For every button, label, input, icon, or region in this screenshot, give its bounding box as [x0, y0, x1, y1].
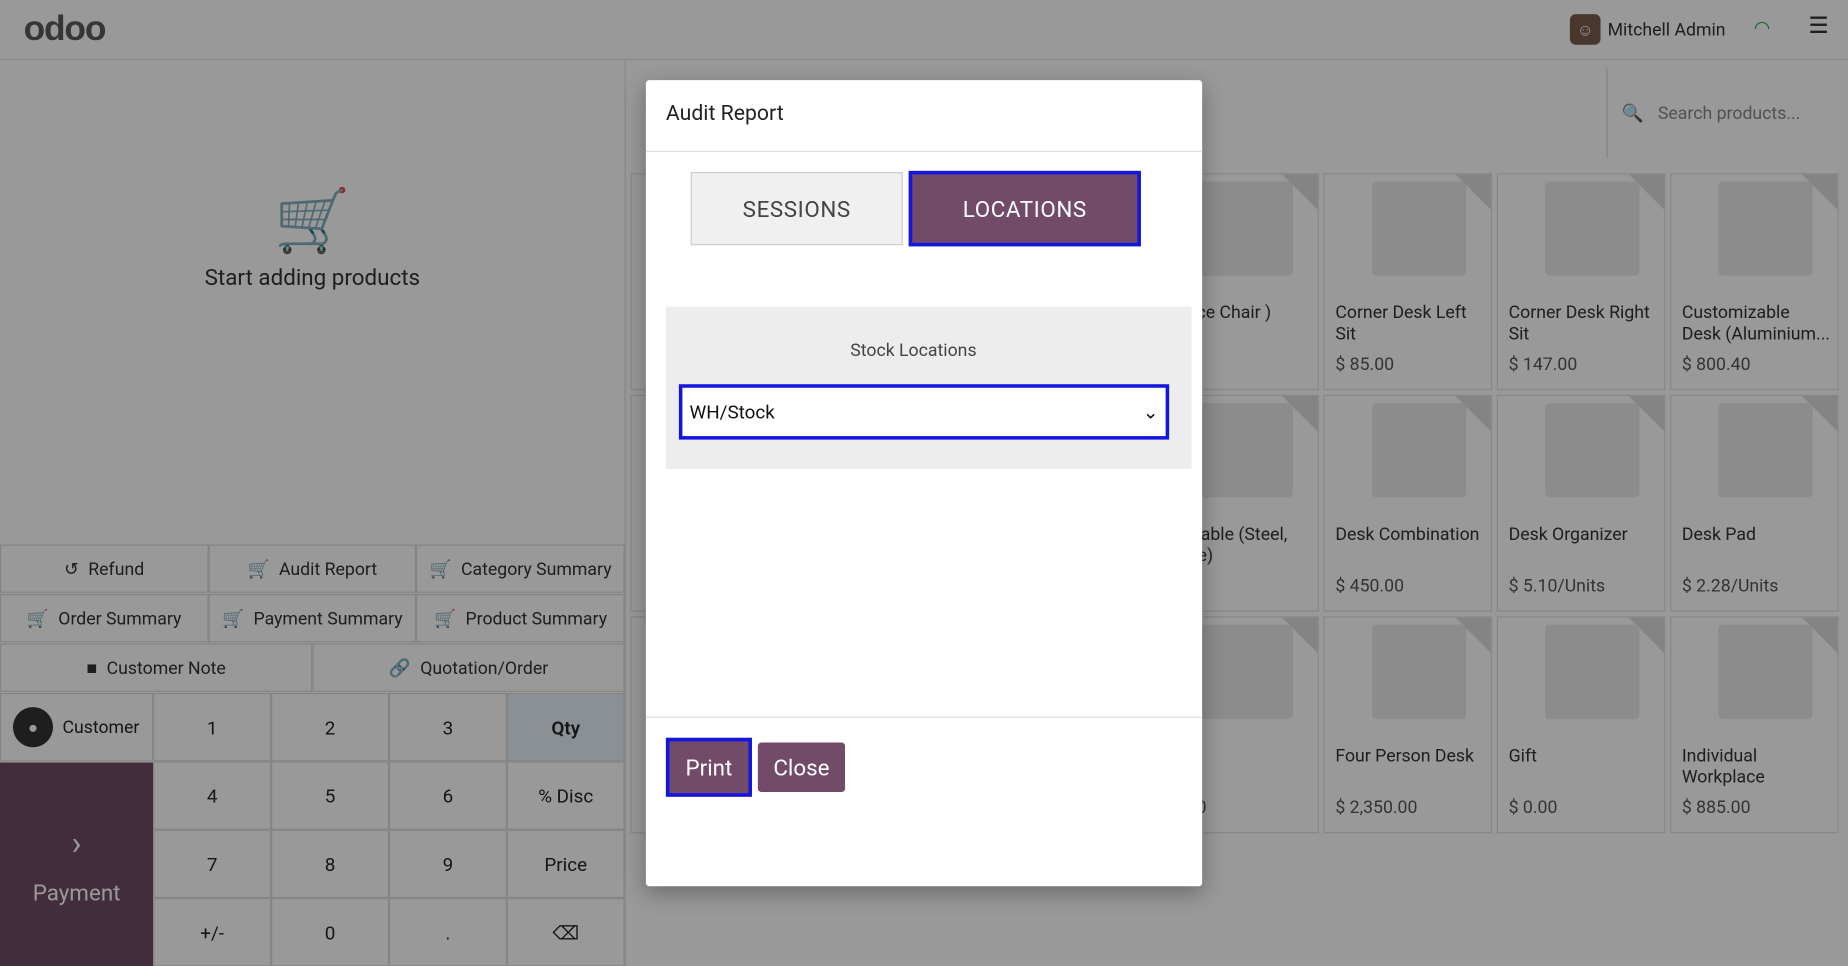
close-button[interactable]: Close: [757, 742, 846, 793]
print-button[interactable]: Print: [665, 737, 752, 797]
stock-location-panel: Stock Locations WH/Stock ⌄: [665, 306, 1192, 470]
stock-locations-label: Stock Locations: [850, 339, 977, 361]
header-divider: [645, 150, 1203, 153]
audit-report-dialog: Audit Report SESSIONS LOCATIONS Stock Lo…: [645, 80, 1203, 887]
dialog-title: Audit Report: [665, 101, 784, 127]
chevron-down-icon: ⌄: [1142, 400, 1159, 424]
footer-divider: [645, 716, 1203, 718]
tab-locations[interactable]: LOCATIONS: [908, 170, 1141, 247]
selected-location: WH/Stock: [689, 400, 775, 424]
tab-sessions[interactable]: SESSIONS: [690, 172, 903, 246]
stock-location-select[interactable]: WH/Stock ⌄: [678, 384, 1170, 440]
